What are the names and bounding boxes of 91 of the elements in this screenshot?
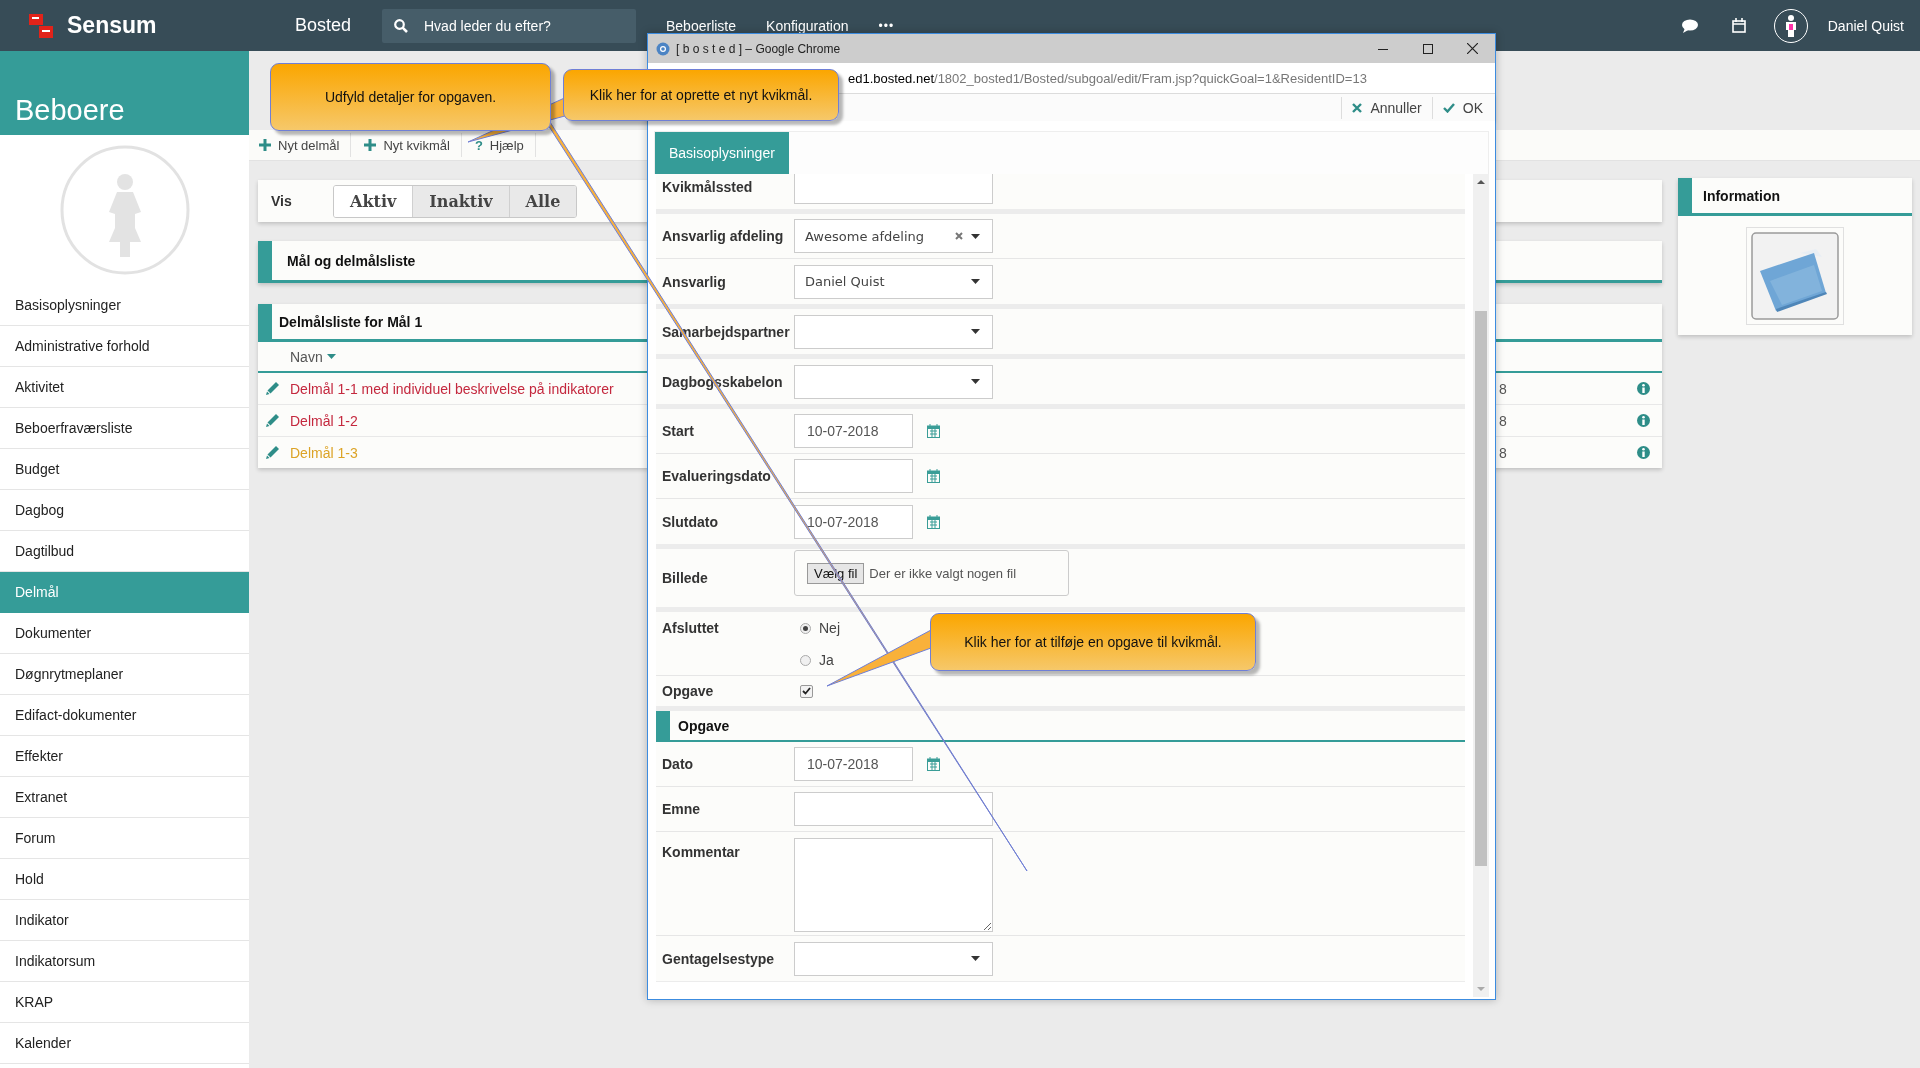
caret-icon xyxy=(971,233,980,239)
panel-header: Information xyxy=(1678,178,1912,216)
field-label: Kvikmålssted xyxy=(661,178,754,195)
info-icon[interactable] xyxy=(1637,446,1650,459)
caret-icon xyxy=(971,279,980,284)
nav-link[interactable]: Beboerliste xyxy=(666,17,737,34)
date-field[interactable]: 10-07-2018 xyxy=(794,504,913,539)
plus-icon xyxy=(259,139,271,151)
field-label: Evalueringsdato xyxy=(661,468,772,484)
date-field[interactable] xyxy=(794,459,913,493)
table-cell-text: 8 xyxy=(1499,412,1508,429)
dropdown[interactable]: Daniel Quist xyxy=(794,264,993,299)
close-icon xyxy=(1467,43,1478,54)
logo-icon xyxy=(27,11,55,40)
file-upload-field[interactable]: Vælg fil Der er ikke valgt nogen fil xyxy=(794,550,1069,596)
table-cell-text: 8 xyxy=(1499,380,1508,397)
maximize-icon xyxy=(1422,43,1433,54)
pencil-icon[interactable] xyxy=(266,446,279,459)
caret-icon xyxy=(971,956,980,961)
section-title: Beboere xyxy=(15,93,125,127)
filter-tab[interactable]: Aktiv xyxy=(334,185,414,217)
chat-icon[interactable] xyxy=(1681,18,1698,33)
url-text[interactable]: ed1.bosted.net/1802_bosted1/Bosted/subgoal/edit/Fram.jsp?quickGoal=1&ResidentID=13 xyxy=(848,70,1367,86)
clear-icon[interactable] xyxy=(955,232,963,240)
check-icon xyxy=(1442,102,1455,113)
dropdown[interactable] xyxy=(794,314,993,349)
user-name[interactable]: Daniel Quist xyxy=(1827,17,1904,34)
field-label: Afsluttet xyxy=(661,619,720,636)
avatar-icon[interactable] xyxy=(1783,14,1798,37)
field-label: Emne xyxy=(661,801,702,817)
search-field[interactable]: Hvad leder du efter? xyxy=(382,8,636,43)
column-header[interactable]: Navn xyxy=(290,348,336,365)
checkbox[interactable] xyxy=(800,684,813,698)
plus-icon xyxy=(364,139,377,151)
text-field[interactable] xyxy=(794,174,993,204)
section-header: Opgave xyxy=(656,711,1466,742)
radio-button[interactable] xyxy=(800,622,811,634)
app-name: Sensum xyxy=(67,12,157,39)
ok-button[interactable]: OK xyxy=(1431,96,1483,119)
caret-icon xyxy=(971,379,980,384)
add-button[interactable]: Nyt kvikmål xyxy=(361,133,462,157)
filter-tab[interactable]: Alle xyxy=(509,185,577,217)
callout-bubble: Klik her for at oprette et nyt kvikmål. xyxy=(563,69,839,121)
filter-tab[interactable]: Inaktiv xyxy=(413,185,510,217)
radio-button[interactable] xyxy=(800,654,811,666)
browser-icon xyxy=(656,41,670,56)
search-icon xyxy=(394,18,408,33)
callout-bubble: Klik her for at tilføje en opgave til kvikmål. xyxy=(930,613,1256,671)
dropdown[interactable] xyxy=(794,364,993,399)
filter-label: Vis xyxy=(270,193,293,209)
callout-bubble: Udfyld detaljer for opgaven. xyxy=(270,63,551,131)
cancel-button[interactable]: Annuller xyxy=(1341,96,1422,119)
context-title: Bosted xyxy=(295,15,353,36)
add-button[interactable]: Nyt delmål xyxy=(256,133,352,157)
field-label: Opgave xyxy=(661,683,715,699)
folder-icon xyxy=(1750,230,1840,321)
radio-label: Nej xyxy=(819,620,840,636)
dropdown[interactable] xyxy=(794,941,993,976)
scrollbar-thumb[interactable] xyxy=(1475,311,1488,866)
field-label: Dato xyxy=(661,756,695,772)
pencil-icon[interactable] xyxy=(266,414,279,427)
pencil-icon[interactable] xyxy=(266,382,279,395)
close-icon xyxy=(1352,102,1363,113)
caret-icon xyxy=(971,329,980,334)
field-label: Slutdato xyxy=(661,513,719,530)
table-cell-text: 8 xyxy=(1499,444,1508,461)
date-field[interactable]: 10-07-2018 xyxy=(794,414,913,448)
sort-icon xyxy=(326,354,336,359)
dropdown[interactable]: Awesome afdeling xyxy=(794,219,993,253)
more-button[interactable]: ••• xyxy=(878,18,895,33)
choose-file-button[interactable]: Vælg fil xyxy=(807,562,865,584)
scroll-down-icon[interactable] xyxy=(1477,987,1486,991)
file-status-text: Der er ikke valgt nogen fil xyxy=(869,565,1017,581)
field-label: Start xyxy=(661,423,695,439)
comment-field[interactable] xyxy=(794,838,993,932)
date-field[interactable]: 10-07-2018 xyxy=(794,747,913,781)
info-icon[interactable] xyxy=(1637,382,1650,395)
calendar-icon[interactable] xyxy=(1731,18,1746,33)
text-field[interactable] xyxy=(794,792,993,826)
radio-label: Ja xyxy=(819,652,834,668)
info-icon[interactable] xyxy=(1637,414,1650,427)
field-label: Gentagelsestype xyxy=(661,950,776,967)
field-label: Ansvarlig afdeling xyxy=(661,228,785,244)
nav-link[interactable]: Konfiguration xyxy=(766,17,849,34)
field-label: Billede xyxy=(661,570,709,586)
window-title: [ b o s t e d ] – Google Chrome xyxy=(676,41,841,56)
scroll-up-icon[interactable] xyxy=(1477,180,1486,184)
check-icon xyxy=(802,687,811,695)
avatar-icon xyxy=(59,145,190,275)
field-label: Kommentar xyxy=(661,843,741,860)
scrollbar[interactable] xyxy=(1473,174,1489,997)
